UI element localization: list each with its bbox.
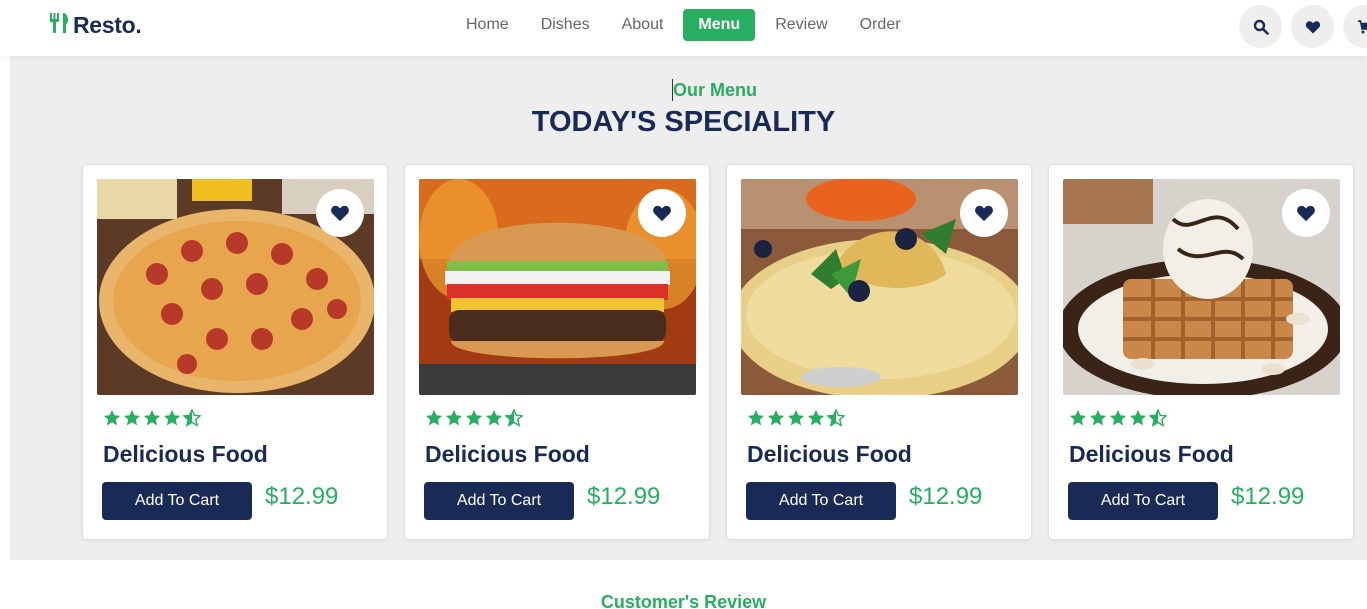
food-image-waffle [1063,179,1340,395]
nav-home[interactable]: Home [454,9,521,41]
menu-card: Delicious Food Add To Cart $12.99 [726,164,1032,540]
star-icon [143,409,161,426]
star-icon [465,409,483,426]
star-icon [787,409,805,426]
cart-icon [1357,19,1367,33]
add-to-cart-button[interactable]: Add To Cart [1068,482,1218,520]
brand-name: Resto. [73,12,142,38]
search-icon [1253,19,1269,35]
rating-stars [103,409,201,427]
star-icon [1069,409,1087,426]
star-icon [1089,409,1107,426]
add-to-cart-button[interactable]: Add To Cart [746,482,896,520]
heart-icon [331,205,349,222]
star-icon [807,409,825,426]
food-image-crepes [741,179,1018,395]
star-half-icon [505,409,523,427]
star-icon [445,409,463,426]
star-half-icon [827,409,845,427]
search-button[interactable] [1239,5,1282,48]
rating-stars [747,409,845,427]
star-half-icon [1149,409,1167,427]
food-title: Delicious Food [1069,441,1234,467]
star-icon [163,409,181,426]
food-price: $12.99 [587,483,661,510]
cart-button[interactable] [1343,5,1367,48]
star-icon [747,409,765,426]
favorite-button[interactable] [1282,189,1330,237]
star-icon [485,409,503,426]
main-nav: Home Dishes About Menu Review Order [454,9,921,41]
nav-order[interactable]: Order [848,9,913,41]
star-icon [123,409,141,426]
food-image-burger [419,179,696,395]
nav-about[interactable]: About [610,9,676,41]
rating-stars [1069,409,1167,427]
menu-card: Delicious Food Add To Cart $12.99 [82,164,388,540]
star-icon [767,409,785,426]
nav-menu[interactable]: Menu [683,9,756,41]
header-icons [1239,5,1367,48]
nav-dishes[interactable]: Dishes [529,9,602,41]
heart-icon [1297,205,1315,222]
food-price: $12.99 [909,483,983,510]
add-to-cart-button[interactable]: Add To Cart [102,482,252,520]
favorite-button[interactable] [960,189,1008,237]
heart-icon [1305,20,1320,33]
heart-icon [653,205,671,222]
star-icon [425,409,443,426]
menu-card: Delicious Food Add To Cart $12.99 [1048,164,1354,540]
heart-icon [975,205,993,222]
star-icon [103,409,121,426]
star-half-icon [183,409,201,427]
favorite-button[interactable] [316,189,364,237]
food-title: Delicious Food [747,441,912,467]
rating-stars [425,409,523,427]
utensils-icon [49,11,71,40]
logo[interactable]: Resto. [49,11,142,40]
menu-heading: TODAY'S SPECIALITY [531,106,836,138]
nav-review[interactable]: Review [763,9,839,41]
food-image-pizza [97,179,374,395]
food-title: Delicious Food [425,441,590,467]
favorite-button[interactable] [638,189,686,237]
header: Resto. Home Dishes About Menu Review Ord… [0,0,1367,56]
favorites-button[interactable] [1291,5,1334,48]
star-icon [1129,409,1147,426]
food-price: $12.99 [1231,483,1305,510]
review-subheading: Customer's Review [600,592,767,609]
add-to-cart-button[interactable]: Add To Cart [424,482,574,520]
menu-subheading: Our Menu [673,80,757,100]
star-icon [1109,409,1127,426]
food-title: Delicious Food [103,441,268,467]
menu-card: Delicious Food Add To Cart $12.99 [404,164,710,540]
food-price: $12.99 [265,483,339,510]
